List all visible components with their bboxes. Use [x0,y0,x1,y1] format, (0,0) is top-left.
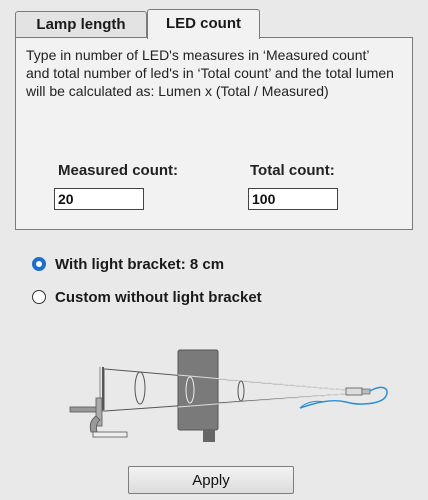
lamp-measurement-diagram-icon [69,349,388,442]
tab-led-count[interactable]: LED count [147,9,260,39]
total-count-label: Total count: [250,162,335,179]
measured-count-label: Measured count: [58,162,179,179]
tab-lamp-length[interactable]: Lamp length [15,11,147,38]
measured-count-input[interactable] [54,188,144,210]
radio-unselected-icon[interactable] [32,290,46,304]
option-label: Custom without light bracket [55,288,262,306]
led-count-panel: Type in number of LED's measures in ‘Mea… [15,37,413,230]
apply-button[interactable]: Apply [128,466,294,494]
total-count-input[interactable] [248,188,338,210]
description-text: Type in number of LED's measures in ‘Mea… [26,47,394,99]
option-with-light-bracket[interactable]: With light bracket: 8 cm [32,254,224,274]
option-custom-without-bracket[interactable]: Custom without light bracket [32,287,262,307]
radio-selected-icon[interactable] [32,257,46,271]
option-label: With light bracket: 8 cm [55,255,225,273]
